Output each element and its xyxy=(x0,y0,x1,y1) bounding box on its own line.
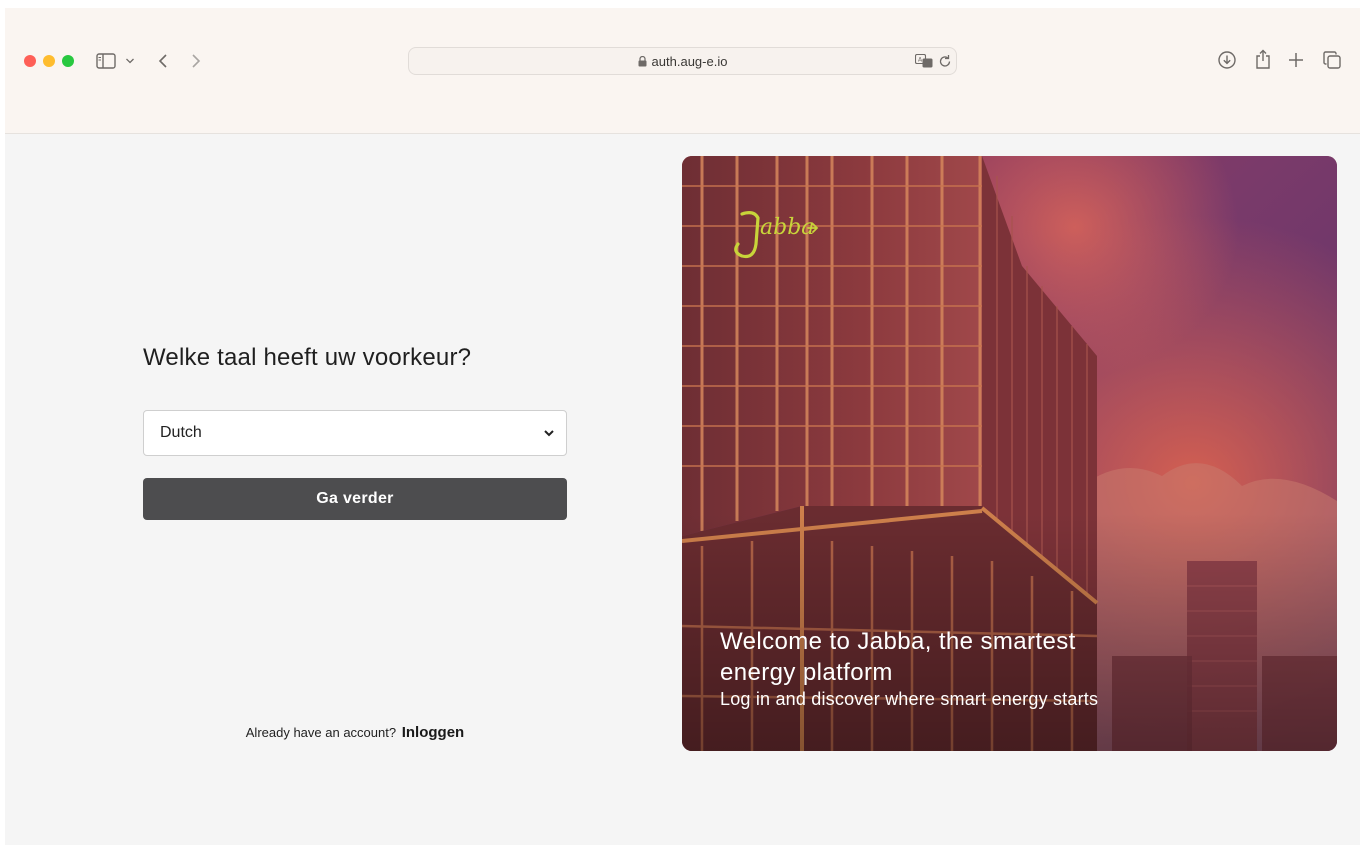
language-heading: Welke taal heeft uw voorkeur? xyxy=(143,344,472,371)
browser-window: auth.aug-e.io A Welke taal heeft uw voor… xyxy=(5,8,1360,845)
svg-text:abba: abba xyxy=(760,215,814,240)
zoom-window-button[interactable] xyxy=(62,55,74,67)
back-arrow-icon[interactable] xyxy=(155,51,171,71)
translate-icon[interactable]: A xyxy=(914,53,933,68)
language-select[interactable]: Dutch xyxy=(143,410,567,456)
reload-icon[interactable] xyxy=(939,54,952,68)
login-link[interactable]: Inloggen xyxy=(402,724,465,741)
close-window-button[interactable] xyxy=(24,55,36,67)
address-bar[interactable]: auth.aug-e.io A xyxy=(408,47,957,75)
url-text: auth.aug-e.io xyxy=(651,53,728,69)
hero-subtitle: Log in and discover where smart energy s… xyxy=(720,689,1099,709)
login-page: Welke taal heeft uw voorkeur? Dutch Ga v… xyxy=(5,134,1360,845)
sidebar-icon[interactable] xyxy=(96,52,116,70)
minimize-window-button[interactable] xyxy=(43,55,55,67)
download-icon[interactable] xyxy=(1217,50,1237,70)
lock-icon xyxy=(638,55,647,67)
login-prompt-text: Already have an account? xyxy=(245,725,397,740)
login-prompt: Already have an account? Inloggen xyxy=(143,724,567,741)
share-icon[interactable] xyxy=(1254,48,1272,70)
plus-icon[interactable] xyxy=(1287,50,1305,70)
continue-button[interactable]: Ga verder xyxy=(143,478,567,520)
chevron-down-icon[interactable] xyxy=(124,53,136,69)
forward-arrow-icon[interactable] xyxy=(188,51,204,71)
svg-text:A: A xyxy=(918,57,923,64)
chevron-down-icon xyxy=(542,426,556,440)
language-select-value: Dutch xyxy=(160,424,202,441)
browser-toolbar: auth.aug-e.io A xyxy=(5,8,1360,134)
address-content: auth.aug-e.io xyxy=(409,48,956,74)
hero-image-card: abba Welcome to Jabba, the smartest ener… xyxy=(682,156,1337,751)
tabs-overview-icon[interactable] xyxy=(1322,50,1342,70)
hero-title: Welcome to Jabba, the smartest energy pl… xyxy=(720,628,1076,686)
jabba-logo: abba xyxy=(724,204,824,264)
